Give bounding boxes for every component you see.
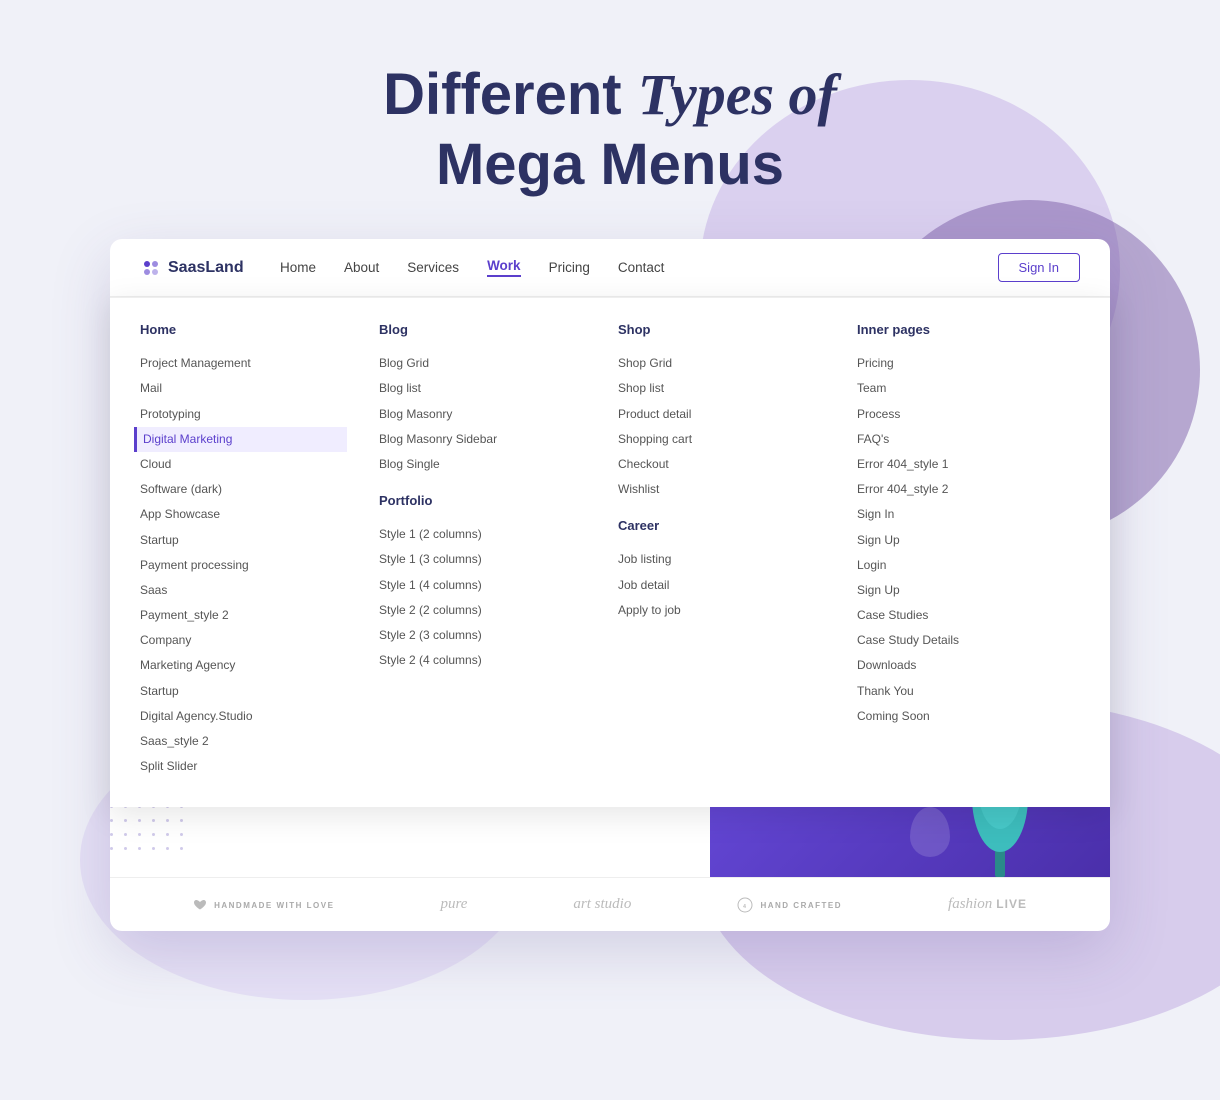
title-section: Different Types of Mega Menus (0, 0, 1220, 239)
link-blog-grid[interactable]: Blog Grid (379, 351, 586, 376)
brands-bar: HANDMADE WITH LOVE pure art studio 4 HAN… (110, 877, 1110, 931)
brand-handmade-icon (193, 899, 207, 911)
link-case-studies[interactable]: Case Studies (857, 603, 1064, 628)
link-style2-4col[interactable]: Style 2 (4 columns) (379, 648, 586, 673)
link-style1-3col[interactable]: Style 1 (3 columns) (379, 547, 586, 572)
link-product-detail[interactable]: Product detail (618, 402, 825, 427)
link-cloud[interactable]: Cloud (140, 452, 347, 477)
nav-pricing[interactable]: Pricing (549, 260, 590, 275)
link-style2-3col[interactable]: Style 2 (3 columns) (379, 623, 586, 648)
link-saas-style2[interactable]: Saas_style 2 (140, 729, 347, 754)
link-style2-2col[interactable]: Style 2 (2 columns) (379, 598, 586, 623)
link-digital-marketing[interactable]: Digital Marketing (134, 427, 347, 452)
brand-art-studio: art studio (573, 896, 631, 913)
link-software-dark[interactable]: Software (dark) (140, 477, 347, 502)
mega-col-home: Home Project Management Mail Prototyping… (140, 322, 363, 779)
link-shopping-cart[interactable]: Shopping cart (618, 427, 825, 452)
link-job-detail[interactable]: Job detail (618, 573, 825, 598)
link-thank-you[interactable]: Thank You (857, 679, 1064, 704)
link-mail[interactable]: Mail (140, 376, 347, 401)
title-text-1: Different (383, 62, 638, 127)
link-pricing[interactable]: Pricing (857, 351, 1064, 376)
link-blog-masonry-sidebar[interactable]: Blog Masonry Sidebar (379, 427, 586, 452)
link-job-listing[interactable]: Job listing (618, 547, 825, 572)
link-faqs[interactable]: FAQ's (857, 427, 1064, 452)
link-team[interactable]: Team (857, 376, 1064, 401)
link-apply-to-job[interactable]: Apply to job (618, 598, 825, 623)
link-case-study-details[interactable]: Case Study Details (857, 628, 1064, 653)
logo-icon (140, 257, 162, 279)
mega-col-portfolio-title: Portfolio (379, 493, 586, 508)
link-prototyping[interactable]: Prototyping (140, 402, 347, 427)
nav-work[interactable]: Work (487, 258, 521, 277)
link-process[interactable]: Process (857, 402, 1064, 427)
link-startup-2[interactable]: Startup (140, 679, 347, 704)
link-saas[interactable]: Saas (140, 578, 347, 603)
brand-handcrafted-icon: 4 (737, 897, 753, 913)
link-payment-style2[interactable]: Payment_style 2 (140, 603, 347, 628)
link-project-mgmt[interactable]: Project Management (140, 351, 347, 376)
link-wishlist[interactable]: Wishlist (618, 477, 825, 502)
mega-col-shop: Shop Shop Grid Shop list Product detail … (602, 322, 841, 779)
nav-home[interactable]: Home (280, 260, 316, 275)
brand-fashion-live: fashion LIVE (948, 896, 1027, 913)
navbar-logo[interactable]: SaasLand (140, 257, 260, 279)
logo-text: SaasLand (168, 259, 244, 277)
link-error404-1[interactable]: Error 404_style 1 (857, 452, 1064, 477)
link-payment-proc[interactable]: Payment processing (140, 553, 347, 578)
mega-col-career-title: Career (618, 518, 825, 533)
mega-col-blog-title: Blog (379, 322, 586, 337)
link-error404-2[interactable]: Error 404_style 2 (857, 477, 1064, 502)
link-style1-4col[interactable]: Style 1 (4 columns) (379, 573, 586, 598)
nav-contact[interactable]: Contact (618, 260, 665, 275)
svg-text:4: 4 (744, 904, 748, 910)
link-shop-grid[interactable]: Shop Grid (618, 351, 825, 376)
signin-button[interactable]: Sign In (998, 253, 1080, 282)
link-signup-2[interactable]: Sign Up (857, 578, 1064, 603)
link-shop-list[interactable]: Shop list (618, 376, 825, 401)
mega-col-shop-title: Shop (618, 322, 825, 337)
mega-col-inner: Inner pages Pricing Team Process FAQ's E… (841, 322, 1080, 779)
link-blog-masonry[interactable]: Blog Masonry (379, 402, 586, 427)
link-blog-single[interactable]: Blog Single (379, 452, 586, 477)
nav-services[interactable]: Services (407, 260, 459, 275)
brand-handcrafted: 4 HAND CRAFTED (737, 897, 842, 913)
link-login[interactable]: Login (857, 553, 1064, 578)
brand-handmade: HANDMADE WITH LOVE (193, 899, 334, 911)
link-digital-agency-studio[interactable]: Digital Agency.Studio (140, 704, 347, 729)
link-marketing-agency[interactable]: Marketing Agency (140, 653, 347, 678)
link-signin[interactable]: Sign In (857, 502, 1064, 527)
link-checkout[interactable]: Checkout (618, 452, 825, 477)
link-blog-list[interactable]: Blog list (379, 376, 586, 401)
mega-col-home-title: Home (140, 322, 347, 337)
page-heading: Different Types of Mega Menus (0, 60, 1220, 199)
nav-about[interactable]: About (344, 260, 379, 275)
link-style1-2col[interactable]: Style 1 (2 columns) (379, 522, 586, 547)
mega-col-blog: Blog Blog Grid Blog list Blog Masonry Bl… (363, 322, 602, 779)
link-coming-soon[interactable]: Coming Soon (857, 704, 1064, 729)
mega-col-inner-title: Inner pages (857, 322, 1064, 337)
navbar: SaasLand Home About Services Work Pricin… (110, 239, 1110, 297)
mega-menu: Home Project Management Mail Prototyping… (110, 297, 1110, 807)
brand-pure: pure (440, 896, 467, 913)
navbar-nav: Home About Services Work Pricing Contact (280, 258, 998, 277)
browser-card: SaasLand Home About Services Work Pricin… (110, 239, 1110, 931)
link-app-showcase[interactable]: App Showcase (140, 502, 347, 527)
hero-shape-1 (910, 807, 950, 857)
link-company[interactable]: Company (140, 628, 347, 653)
link-startup-1[interactable]: Startup (140, 528, 347, 553)
link-signup[interactable]: Sign Up (857, 528, 1064, 553)
title-italic: Types of (638, 62, 837, 127)
link-split-slider[interactable]: Split Slider (140, 754, 347, 779)
title-text-2: Mega Menus (436, 132, 784, 197)
link-downloads[interactable]: Downloads (857, 653, 1064, 678)
